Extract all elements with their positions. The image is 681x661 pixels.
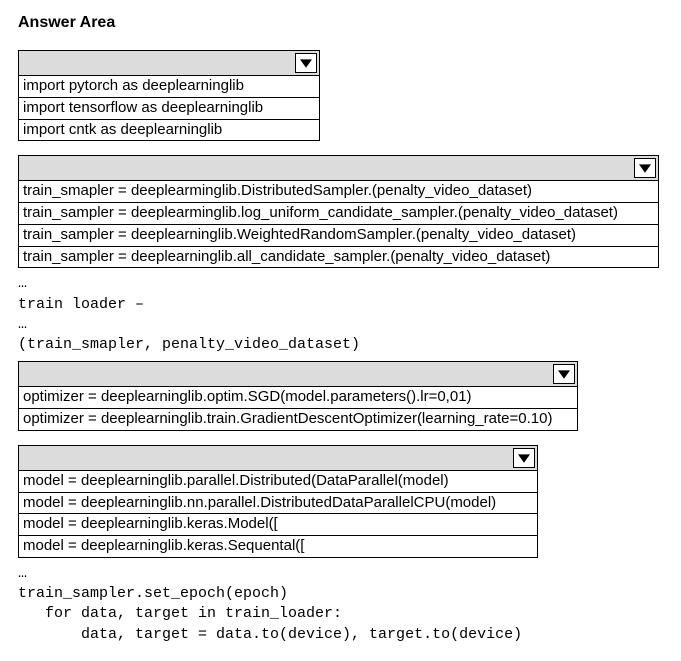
dropdown-option[interactable]: import tensorflow as deeplearninglib	[19, 97, 319, 119]
dropdown-header[interactable]	[19, 51, 319, 75]
chevron-down-icon[interactable]	[295, 53, 317, 73]
code-train-loader: … train loader – … (train_smapler, penal…	[18, 274, 663, 355]
dropdown-header[interactable]	[19, 156, 658, 180]
code-train-loop: … train_sampler.set_epoch(epoch) for dat…	[18, 564, 663, 645]
dropdown-option[interactable]: train_smapler = deeplearminglib.Distribu…	[19, 180, 658, 202]
dropdown-option[interactable]: train_sampler = deeplearminglib.log_unif…	[19, 202, 658, 224]
dropdown-import[interactable]: import pytorch as deeplearninglibimport …	[18, 50, 320, 141]
dropdown-model[interactable]: model = deeplearninglib.parallel.Distrib…	[18, 445, 538, 558]
dropdown-sampler[interactable]: train_smapler = deeplearminglib.Distribu…	[18, 155, 659, 268]
page-title: Answer Area	[18, 14, 663, 32]
dropdown-header[interactable]	[19, 362, 577, 386]
dropdown-option[interactable]: optimizer = deeplearninglib.train.Gradie…	[19, 408, 577, 430]
dropdown-option[interactable]: model = deeplearninglib.keras.Sequental(…	[19, 535, 537, 557]
dropdown-option[interactable]: import pytorch as deeplearninglib	[19, 75, 319, 97]
dropdown-option[interactable]: model = deeplearninglib.parallel.Distrib…	[19, 470, 537, 492]
dropdown-option[interactable]: model = deeplearninglib.keras.Model([	[19, 513, 537, 535]
chevron-down-icon[interactable]	[553, 364, 575, 384]
dropdown-optimizer[interactable]: optimizer = deeplearninglib.optim.SGD(mo…	[18, 361, 578, 431]
dropdown-header[interactable]	[19, 446, 537, 470]
dropdown-option[interactable]: model = deeplearninglib.nn.parallel.Dist…	[19, 492, 537, 514]
dropdown-option[interactable]: train_sampler = deeplearninglib.all_cand…	[19, 246, 658, 268]
chevron-down-icon[interactable]	[513, 448, 535, 468]
chevron-down-icon[interactable]	[634, 158, 656, 178]
dropdown-option[interactable]: train_sampler = deeplearninglib.Weighted…	[19, 224, 658, 246]
dropdown-option[interactable]: optimizer = deeplearninglib.optim.SGD(mo…	[19, 386, 577, 408]
dropdown-option[interactable]: import cntk as deeplearninglib	[19, 119, 319, 141]
